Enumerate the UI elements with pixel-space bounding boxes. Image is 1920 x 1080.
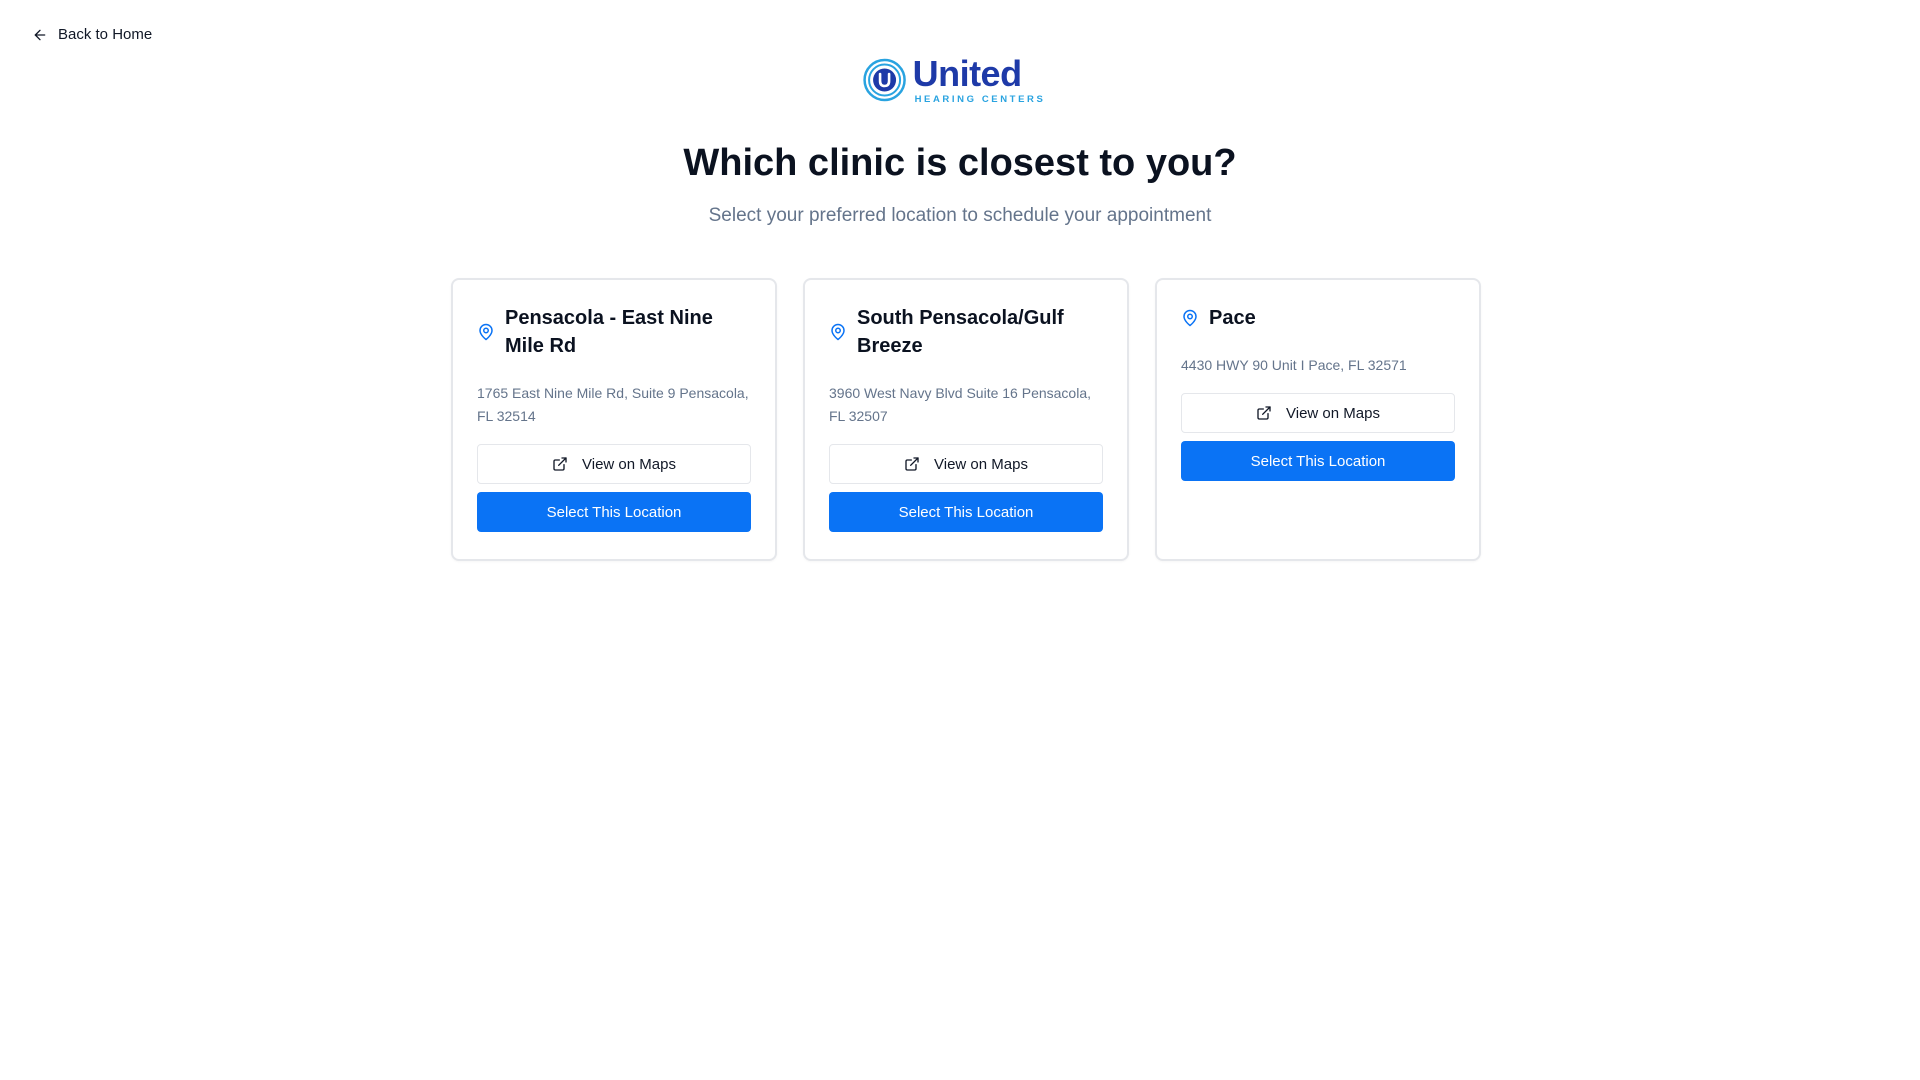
location-card: Pace 4430 HWY 90 Unit I Pace, FL 32571 V… (1155, 278, 1481, 561)
location-address: 4430 HWY 90 Unit I Pace, FL 32571 (1181, 357, 1407, 373)
external-link-icon (1257, 406, 1271, 420)
map-pin-icon (1183, 309, 1197, 327)
view-on-maps-button[interactable]: View on Maps (1181, 393, 1455, 433)
location-address: 3960 West Navy Blvd Suite 16 Pensacola, … (829, 385, 1092, 424)
map-pin-icon (479, 323, 493, 341)
select-location-button[interactable]: Select This Location (477, 492, 751, 532)
map-pin-icon (831, 323, 845, 341)
brand-logo: United HEARING CENTERS (863, 56, 1046, 105)
logo-subtitle: HEARING CENTERS (914, 94, 1046, 105)
location-address: 1765 East Nine Mile Rd, Suite 9 Pensacol… (477, 385, 749, 424)
arrow-left-icon (34, 29, 46, 40)
view-on-maps-label: View on Maps (582, 455, 676, 473)
external-link-icon (905, 457, 919, 471)
logo-name: United (912, 53, 1022, 94)
select-location-button[interactable]: Select This Location (1181, 441, 1455, 481)
location-name: Pace (1209, 307, 1256, 329)
location-cards: Pensacola - East Nine Mile Rd 1765 East … (451, 278, 1481, 561)
united-logo-icon (863, 59, 906, 102)
view-on-maps-button[interactable]: View on Maps (477, 444, 751, 484)
view-on-maps-label: View on Maps (934, 455, 1028, 473)
location-name: South Pensacola/Gulf Breeze (857, 307, 1064, 357)
location-name: Pensacola - East Nine Mile Rd (505, 307, 713, 357)
location-card: Pensacola - East Nine Mile Rd 1765 East … (451, 278, 777, 561)
view-on-maps-button[interactable]: View on Maps (829, 444, 1103, 484)
select-location-button[interactable]: Select This Location (829, 492, 1103, 532)
page-title: Which clinic is closest to you? (683, 142, 1237, 184)
external-link-icon (553, 457, 567, 471)
page-subtitle: Select your preferred location to schedu… (708, 205, 1212, 226)
back-link-label: Back to Home (58, 26, 153, 43)
location-card: South Pensacola/Gulf Breeze 3960 West Na… (803, 278, 1129, 561)
back-to-home-link[interactable]: Back to Home (32, 26, 152, 43)
view-on-maps-label: View on Maps (1286, 404, 1380, 422)
